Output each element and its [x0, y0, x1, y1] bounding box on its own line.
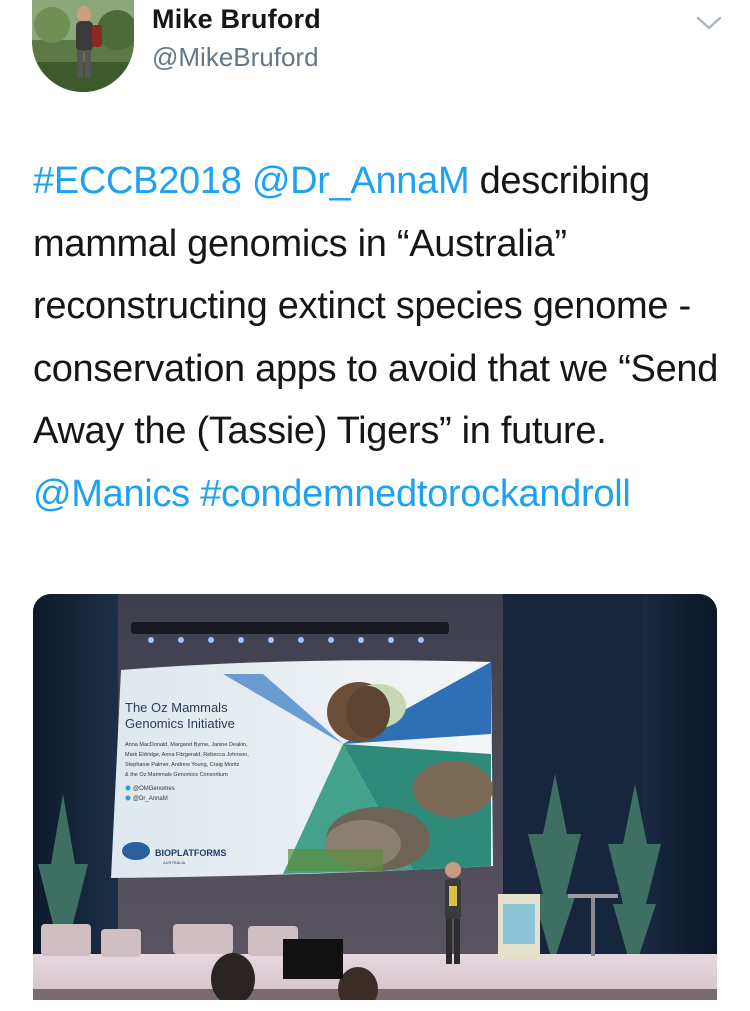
slide-authors-4: & the Oz Mammals Genomics Consortium — [125, 772, 228, 778]
hashtag-condemnedtorockandroll[interactable]: #condemnedtorockandroll — [200, 473, 631, 515]
tweet-photo[interactable]: The Oz Mammals Genomics Initiative Anna … — [33, 594, 717, 1011]
author-avatar[interactable] — [32, 0, 134, 92]
slide-logo-main: BIOPLATFORMS — [155, 848, 226, 858]
mention-dr-annam[interactable]: @Dr_AnnaM — [252, 160, 470, 202]
author-handle[interactable]: @MikeBruford — [152, 42, 319, 73]
twitter-bird-icon — [125, 785, 131, 791]
chevron-down-icon[interactable] — [694, 10, 724, 34]
hashtag-eccb2018[interactable]: #ECCB2018 — [33, 160, 242, 202]
tweet-text: #ECCB2018 @Dr_AnnaM describing mammal ge… — [33, 150, 723, 525]
slide-title-1: The Oz Mammals — [125, 700, 228, 715]
slide-logo-sub: AUSTRALIA — [163, 860, 186, 865]
mention-manics[interactable]: @Manics — [33, 473, 190, 515]
tweet-body: describing mammal genomics in “Australia… — [33, 160, 719, 452]
slide-authors-2: Mark Eldridge, Anna Fitzgerald, Rebecca … — [125, 752, 249, 758]
slide-twitter-1: @OMGenomes — [133, 786, 175, 792]
slide-authors-3: Stephanie Palmer, Andrew Young, Craig Mo… — [125, 762, 240, 768]
author-name[interactable]: Mike Bruford — [152, 4, 321, 35]
bottom-edge — [0, 1000, 750, 1011]
slide-title-2: Genomics Initiative — [125, 716, 235, 731]
slide-authors-1: Anna MacDonald, Margaret Byrne, Janine D… — [125, 742, 248, 748]
slide-twitter-2: @Dr_AnnaM — [133, 796, 168, 802]
twitter-bird-icon — [125, 795, 131, 801]
